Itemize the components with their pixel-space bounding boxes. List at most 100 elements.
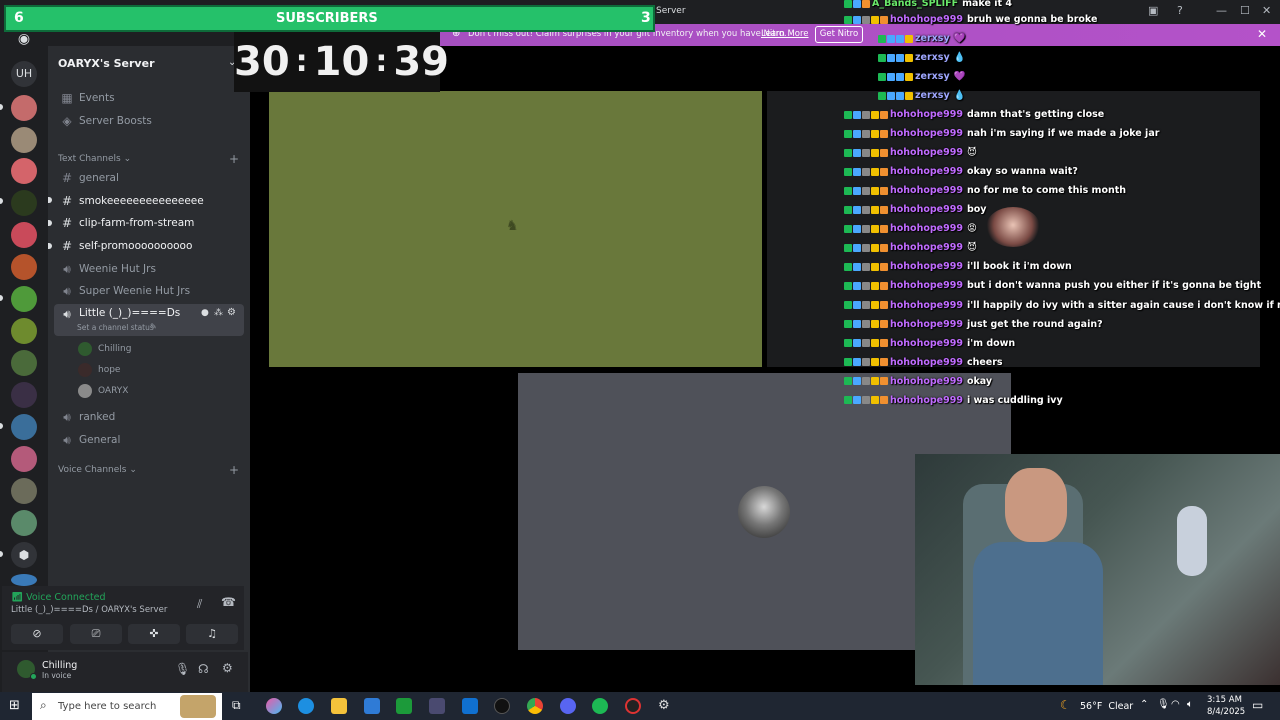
task-view-icon[interactable]: ⧉ — [232, 698, 248, 714]
wifi-icon[interactable]: ◠ — [1171, 699, 1180, 710]
owl-search-highlight — [180, 695, 216, 718]
server-icon[interactable] — [11, 254, 37, 280]
subathon-timer: 30:10:39 — [234, 32, 449, 92]
screen-share-button[interactable]: ⎚ — [70, 624, 122, 644]
weather-text[interactable]: 56°F Clear — [1080, 701, 1133, 712]
sidebar-item-events[interactable]: ▦ Events — [54, 88, 244, 108]
file-explorer-icon[interactable] — [331, 698, 347, 714]
server-icon[interactable] — [11, 286, 37, 312]
channel-self-promo[interactable]: # self-promoooooooooo — [54, 236, 244, 256]
chat-message: hohohope999 i'll book it i'm down — [844, 261, 1072, 272]
clock-time[interactable]: 3:15 AM — [1207, 695, 1242, 705]
window-close-icon[interactable]: ✕ — [1262, 4, 1271, 17]
channel-general[interactable]: # general — [54, 168, 244, 188]
hashtag-icon: # — [61, 216, 73, 230]
chat-message: hohohope999 damn that's getting close — [844, 109, 1104, 120]
voice-user[interactable]: hope — [78, 363, 120, 377]
screen-share-tile[interactable]: ♞ — [269, 91, 762, 367]
microphone-icon[interactable]: 🎙︎ — [175, 662, 190, 676]
clock-date[interactable]: 8/4/2025 — [1207, 707, 1245, 717]
headphones-icon[interactable]: ☊ — [198, 662, 209, 676]
channel-weenie-hut-jrs[interactable]: 🔊︎ Weenie Hut Jrs — [54, 259, 244, 279]
server-icon[interactable] — [11, 190, 37, 216]
tiktok-icon[interactable] — [494, 698, 510, 714]
voice-user[interactable]: Chilling — [78, 342, 131, 356]
cube-server-icon[interactable]: ⬢ — [11, 542, 37, 568]
server-icon[interactable] — [11, 574, 37, 586]
channel-clip-farm[interactable]: # clip-farm-from-stream — [54, 213, 244, 233]
server-icon[interactable] — [11, 158, 37, 184]
channel-general-voice[interactable]: 🔊︎ General — [54, 430, 244, 450]
spotify-icon[interactable] — [592, 698, 608, 714]
channel-status[interactable]: Set a channel status — [77, 323, 154, 332]
edge-icon[interactable] — [298, 698, 314, 714]
server-icon[interactable] — [11, 127, 37, 153]
add-channel-icon[interactable]: + — [229, 152, 239, 166]
chat-badges-icon — [844, 186, 888, 195]
chat-badges-icon — [844, 281, 888, 290]
server-icon-uh[interactable]: UH — [11, 61, 37, 87]
server-icon[interactable] — [11, 222, 37, 248]
server-icon[interactable] — [11, 446, 37, 472]
server-icon[interactable] — [11, 350, 37, 376]
add-channel-icon[interactable]: + — [229, 463, 239, 477]
tray-mic-icon[interactable]: 🎙︎ — [1157, 699, 1170, 710]
streamer-head — [1005, 468, 1067, 542]
inbox-icon[interactable]: ▣ — [1148, 4, 1158, 17]
server-icon[interactable] — [11, 510, 37, 536]
server-icon[interactable] — [11, 95, 37, 121]
windows-start-icon[interactable]: ⊞ — [9, 698, 20, 713]
avatar — [738, 486, 790, 538]
noise-suppression-icon[interactable]: ⫽ — [197, 597, 202, 612]
webcam-overlay — [915, 454, 1280, 685]
user-name[interactable]: Chilling — [42, 660, 77, 671]
activity-button[interactable]: ✜ — [128, 624, 180, 644]
chevron-up-icon[interactable]: ⌃ — [1140, 699, 1148, 710]
sidebar-item-server-boosts[interactable]: ◈ Server Boosts — [54, 111, 244, 131]
app-icon[interactable] — [429, 698, 445, 714]
settings-gear-icon[interactable]: ⚙ — [658, 698, 674, 714]
chat-message: hohohope999 okay — [844, 376, 992, 387]
taskbar-search[interactable]: ⌕ Type here to search — [32, 693, 222, 720]
server-icon[interactable] — [11, 382, 37, 408]
server-name[interactable]: OARYX's Server — [58, 57, 155, 70]
server-icon[interactable] — [11, 414, 37, 440]
chat-badges-icon — [844, 339, 888, 348]
gear-icon[interactable]: ⚙ — [227, 307, 236, 318]
chat-text: 💧 — [953, 52, 966, 63]
notification-icon[interactable]: ▭ — [1252, 698, 1263, 712]
pencil-icon[interactable]: ✎ — [150, 322, 157, 331]
channel-super-weenie-hut-jrs[interactable]: 🔊︎ Super Weenie Hut Jrs — [54, 281, 244, 301]
help-icon[interactable]: ? — [1177, 4, 1183, 17]
channel-ranked[interactable]: 🔊︎ ranked — [54, 407, 244, 427]
chrome-icon[interactable] — [527, 698, 543, 714]
discord-icon[interactable] — [560, 698, 576, 714]
chat-message: hohohope999 i was cuddling ivy — [844, 395, 1063, 406]
server-icon[interactable] — [11, 318, 37, 344]
text-channels-category[interactable]: Text Channels ⌄ — [58, 154, 131, 164]
camera-button[interactable]: ⊘ — [11, 624, 63, 644]
obs-icon[interactable] — [625, 698, 641, 714]
server-icon[interactable] — [11, 478, 37, 504]
soundboard-button[interactable]: ♫ — [186, 624, 238, 644]
copilot-icon[interactable] — [266, 698, 282, 714]
voice-user[interactable]: OARYX — [78, 384, 128, 398]
store-icon[interactable] — [364, 698, 380, 714]
user-settings-gear-icon[interactable]: ⚙ — [222, 661, 233, 675]
volume-icon[interactable]: 🔈︎ — [1187, 699, 1193, 710]
voice-location[interactable]: Little (_)_)====Ds / OARYX's Server — [11, 605, 167, 615]
chat-text: 💜 — [953, 71, 966, 82]
invite-icon[interactable]: ⁂ — [214, 308, 223, 318]
chat-bubble-icon[interactable]: ● — [201, 308, 209, 318]
learn-more-link[interactable]: Learn More — [761, 29, 809, 39]
voice-channels-category[interactable]: Voice Channels ⌄ — [58, 465, 137, 475]
chat-text: boy — [966, 204, 987, 216]
minimize-icon[interactable]: — — [1216, 4, 1227, 17]
disconnect-icon[interactable]: ☎ — [221, 595, 236, 609]
xbox-icon[interactable] — [396, 698, 412, 714]
outlook-icon[interactable] — [462, 698, 478, 714]
channel-smoke[interactable]: # smokeeeeeeeeeeeeeee — [54, 191, 244, 211]
close-icon[interactable]: ✕ — [1257, 27, 1267, 41]
get-nitro-button[interactable]: Get Nitro — [815, 26, 863, 43]
maximize-icon[interactable]: ☐ — [1240, 4, 1250, 17]
